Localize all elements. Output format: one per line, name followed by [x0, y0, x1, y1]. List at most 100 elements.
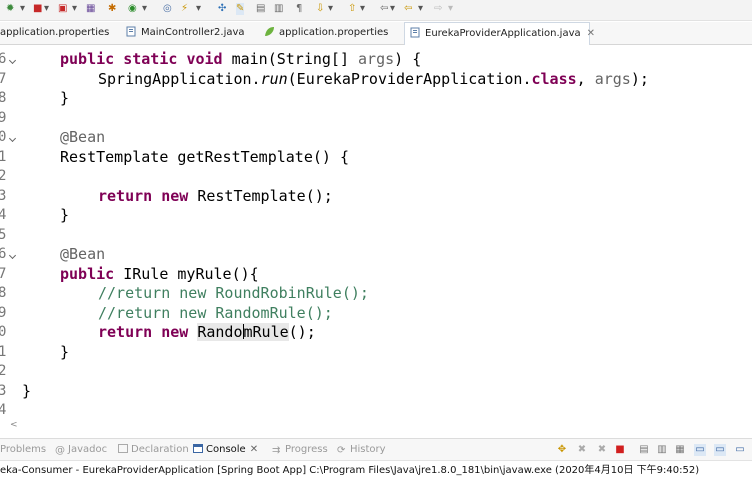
coverage-icon[interactable]: ◉	[128, 3, 137, 15]
bottom-panel-tabs: Problems @ Javadoc Declaration Console ✕ ⇉…	[0, 438, 752, 461]
back-icon[interactable]: ⇦	[380, 3, 388, 15]
spring-leaf-icon	[265, 27, 274, 36]
code-text: SpringApplication.	[98, 69, 261, 88]
mark-occurrences-icon[interactable]: ▤	[256, 3, 265, 15]
declaration-icon	[118, 444, 128, 453]
dropdown-arrow-icon[interactable]: ▾	[196, 3, 201, 15]
javadoc-icon: @	[55, 445, 65, 456]
stop-icon[interactable]: ■	[33, 3, 42, 15]
dropdown-arrow-icon[interactable]: ▾	[360, 3, 365, 15]
package-icon[interactable]: ▦	[86, 3, 95, 15]
tab-label: application.properties	[0, 27, 110, 38]
tab-javadoc[interactable]: @ Javadoc	[55, 439, 107, 461]
keyword: void	[186, 50, 223, 68]
code-text: }	[60, 342, 70, 361]
stop-icon[interactable]: ■	[614, 444, 626, 456]
console-icon	[193, 444, 203, 453]
tab-declaration[interactable]: Declaration	[118, 439, 189, 461]
line-number: 0	[0, 324, 7, 340]
line-number: 1	[0, 343, 7, 360]
code-text: Rando	[197, 323, 243, 341]
method-call: run	[260, 69, 288, 88]
code-text: );	[630, 69, 649, 88]
tab-eurekaproviderapplication[interactable]: EurekaProviderApplication.java ✕	[404, 22, 595, 45]
java-file-icon	[410, 27, 420, 38]
block-selection-icon[interactable]: ¶	[296, 3, 302, 15]
dropdown-arrow-icon[interactable]: ▾	[390, 3, 395, 15]
line-number: 9	[0, 109, 7, 126]
remove-all-icon[interactable]: ✖	[596, 444, 608, 456]
pin-icon[interactable]: ✣	[218, 3, 226, 15]
dropdown-arrow-icon[interactable]: ▾	[20, 3, 25, 15]
code-text: ,	[576, 69, 595, 88]
show-whitespace-icon[interactable]: ▥	[274, 3, 283, 15]
clear-console-icon[interactable]: ▤	[638, 444, 650, 456]
close-tab-icon[interactable]: ✕	[250, 444, 258, 455]
back-icon[interactable]: ⇦	[404, 3, 412, 15]
fold-marker-icon[interactable]	[8, 251, 17, 260]
tab-console[interactable]: Console ✕	[193, 439, 258, 461]
prev-annotation-icon[interactable]: ⇧	[348, 3, 356, 15]
tab-label: Progress	[285, 444, 328, 455]
tab-application-properties[interactable]: application.properties	[0, 22, 120, 44]
code-text: }	[60, 206, 70, 224]
tab-problems[interactable]: Problems	[0, 439, 46, 461]
editor-tabs: application.properties MainController2.j…	[0, 22, 752, 45]
open-console-icon[interactable]: ▭	[734, 444, 746, 456]
dropdown-arrow-icon[interactable]: ▾	[418, 3, 423, 15]
close-tab-icon[interactable]: ✕	[587, 28, 595, 39]
dropdown-arrow-icon[interactable]: ▾	[328, 3, 333, 15]
tab-application-properties-2[interactable]: application.properties	[264, 22, 394, 44]
dropdown-arrow-icon[interactable]: ▾	[142, 3, 147, 15]
line-number: 2	[0, 363, 7, 379]
parameter: args	[358, 50, 395, 68]
annotation: @Bean	[60, 128, 106, 146]
line-number: 7	[0, 265, 7, 282]
fold-marker-icon[interactable]	[8, 56, 17, 65]
remove-launch-icon[interactable]: ✖	[576, 444, 588, 456]
run-icon[interactable]: ✱	[108, 3, 116, 15]
highlight-icon[interactable]: ✎	[236, 3, 245, 15]
tab-progress[interactable]: ⇉ Progress	[272, 439, 328, 461]
line-number: 3	[0, 382, 7, 399]
new-server-icon[interactable]: ▣	[58, 3, 67, 15]
search-icon[interactable]: ⚡	[181, 3, 188, 15]
main-toolbar: ✹ ▾ ■ ▾ ▣ ▾ ▦ ✱ ◉ ▾ ◎ ⚡ ▾ ✣ ✎ ▤ ▥ ¶ ⇩ ▾ …	[0, 0, 752, 21]
line-number: 2	[0, 168, 7, 184]
tab-label: application.properties	[279, 27, 389, 38]
tab-label: Declaration	[131, 444, 189, 455]
line-number: 4	[0, 207, 7, 223]
code-text: main(String[]	[231, 50, 359, 68]
pin-console-icon[interactable]: ▭	[694, 444, 706, 456]
code-text: }	[22, 381, 32, 400]
tab-maincontroller2[interactable]: MainController2.java	[126, 22, 252, 44]
forward-icon[interactable]: ⇨	[434, 3, 442, 15]
line-number: 1	[0, 148, 7, 165]
horizontal-scroll-left-arrow[interactable]: <	[10, 420, 18, 430]
keyword: return	[98, 323, 153, 341]
code-text: (EurekaProviderApplication.	[287, 69, 532, 88]
next-annotation-icon[interactable]: ⇩	[316, 3, 324, 15]
dropdown-arrow-icon[interactable]: ▾	[44, 3, 49, 15]
code-text: }	[60, 89, 70, 107]
line-number: 7	[0, 70, 7, 87]
line-number: 9	[0, 304, 7, 321]
terminate-launch-icon[interactable]: ✥	[556, 444, 568, 456]
open-type-icon[interactable]: ◎	[163, 3, 172, 15]
fold-marker-icon[interactable]	[8, 134, 17, 143]
dropdown-arrow-icon[interactable]: ▾	[72, 3, 77, 15]
line-number: 8	[0, 90, 7, 106]
progress-icon: ⇉	[272, 445, 281, 456]
dropdown-arrow-icon[interactable]: ▾	[448, 3, 453, 15]
comment: //return new RandomRule();	[98, 303, 333, 322]
console-launch-label: eka-Consumer - EurekaProviderApplication…	[0, 460, 752, 480]
display-console-icon[interactable]: ▭	[714, 444, 726, 456]
tab-history[interactable]: ⟳ History	[337, 439, 386, 461]
word-wrap-icon[interactable]: ▦	[674, 444, 686, 456]
tab-label: MainController2.java	[141, 27, 245, 38]
code-text: ();	[288, 323, 316, 341]
code-editor[interactable]: 6 public static void main(String[] args) …	[0, 48, 752, 420]
debug-icon[interactable]: ✹	[6, 3, 14, 15]
scroll-lock-icon[interactable]: ▥	[656, 444, 668, 456]
keyword: new	[161, 186, 189, 205]
